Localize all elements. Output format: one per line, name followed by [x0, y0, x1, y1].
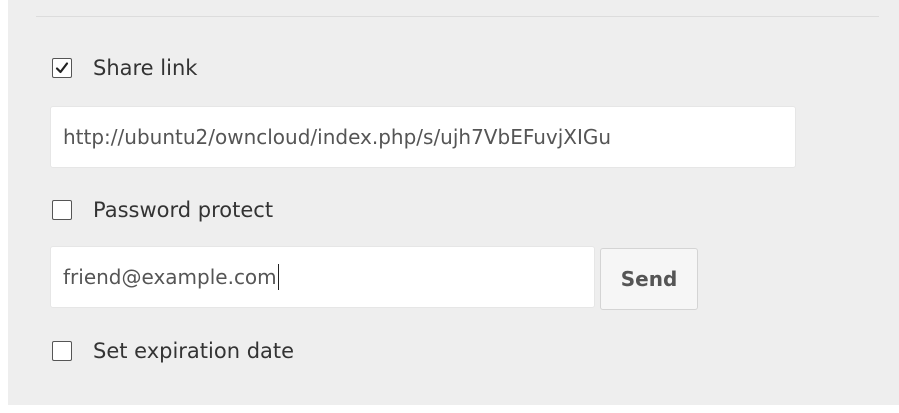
- share-link-label: Share link: [93, 56, 198, 80]
- share-link-field[interactable]: http://ubuntu2/owncloud/index.php/s/ujh7…: [50, 106, 796, 168]
- checkmark-icon: [55, 62, 69, 74]
- expiration-checkbox[interactable]: [52, 341, 72, 361]
- expiration-label: Set expiration date: [93, 339, 295, 363]
- share-link-checkbox[interactable]: [52, 58, 72, 78]
- email-value: friend@example.com: [63, 265, 277, 289]
- expiration-row: Set expiration date: [52, 339, 294, 363]
- password-protect-label: Password protect: [93, 198, 274, 222]
- email-field[interactable]: friend@example.com: [50, 246, 595, 308]
- share-link-row: Share link: [52, 56, 197, 80]
- password-protect-checkbox[interactable]: [52, 200, 72, 220]
- share-link-value: http://ubuntu2/owncloud/index.php/s/ujh7…: [63, 125, 612, 149]
- send-button[interactable]: Send: [600, 248, 698, 310]
- password-protect-row: Password protect: [52, 198, 273, 222]
- text-caret: [277, 264, 279, 290]
- divider: [36, 16, 879, 17]
